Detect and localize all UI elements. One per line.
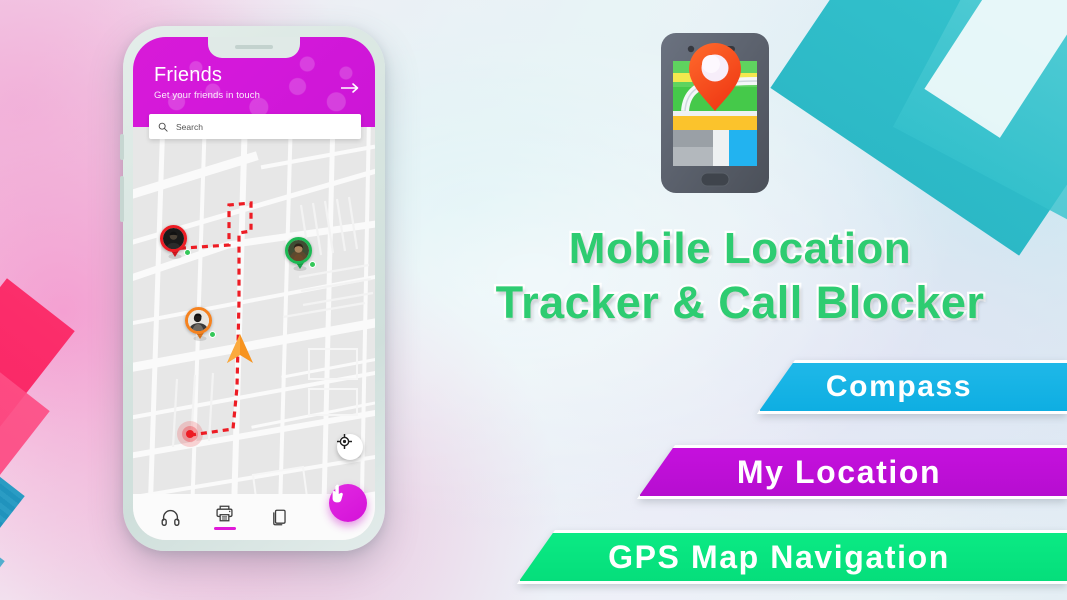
- promo-banner: Friends Get your friends in touch Search…: [0, 0, 1067, 600]
- pin-shadow: [293, 266, 307, 271]
- page-subtitle: Get your friends in touch: [154, 90, 260, 101]
- nav-item-headphones[interactable]: [143, 508, 198, 527]
- feature-banner-gps-map-navigation: GPS Map Navigation: [517, 530, 1067, 584]
- feature-label-compass: Compass: [825, 370, 973, 403]
- search-bar[interactable]: Search: [149, 114, 361, 139]
- avatar: [285, 237, 312, 264]
- promo-title-line-2: Tracker & Call Blocker: [493, 274, 986, 329]
- feature-banner-my-location: My Location: [637, 445, 1067, 499]
- map-view[interactable]: [133, 127, 375, 540]
- notch-speaker: [235, 45, 273, 49]
- search-input[interactable]: Search: [176, 122, 203, 132]
- phone-notch: [208, 37, 300, 58]
- friend-pin-3[interactable]: [185, 307, 216, 345]
- avatar-photo-3: [188, 310, 209, 331]
- phone-screen: Friends Get your friends in touch Search: [133, 37, 375, 540]
- pin-shadow: [168, 254, 182, 259]
- feature-label-gps-map-navigation: GPS Map Navigation: [608, 538, 950, 575]
- pin-shadow: [193, 336, 207, 341]
- nav-item-pages[interactable]: [252, 508, 307, 527]
- status-online-dot: [184, 249, 191, 256]
- nav-active-indicator: [213, 527, 236, 530]
- feature-banner-compass: Compass: [757, 360, 1067, 414]
- navigation-arrow-icon: [225, 333, 255, 365]
- phone-mockup: Friends Get your friends in touch Search: [120, 26, 385, 551]
- promo-title: Mobile Location Tracker & Call Blocker: [420, 222, 1060, 331]
- arrow-right-icon[interactable]: [340, 81, 360, 93]
- page-title: Friends: [154, 64, 223, 86]
- nav-item-printer[interactable]: [198, 504, 253, 530]
- promo-title-line-1: Mobile Location: [567, 222, 913, 275]
- friend-pin-1[interactable]: [160, 225, 191, 263]
- friend-pin-2[interactable]: [285, 237, 316, 275]
- pointing-hand-fab-button[interactable]: [329, 484, 367, 522]
- headphones-icon: [161, 509, 180, 526]
- copy-pages-icon: [272, 509, 286, 525]
- status-online-dot: [309, 261, 316, 268]
- pointing-hand-icon: [332, 484, 343, 503]
- gps-crosshair-icon[interactable]: [337, 434, 363, 460]
- search-icon: [158, 122, 168, 132]
- destination-dot-icon: [177, 421, 203, 447]
- feature-label-my-location: My Location: [736, 453, 942, 490]
- mobile-location-app-icon: [655, 23, 775, 201]
- avatar-photo-2: [288, 240, 309, 261]
- avatar-photo-1: [163, 228, 184, 249]
- avatar: [160, 225, 187, 252]
- avatar: [185, 307, 212, 334]
- status-online-dot: [209, 331, 216, 338]
- printer-icon: [216, 505, 233, 522]
